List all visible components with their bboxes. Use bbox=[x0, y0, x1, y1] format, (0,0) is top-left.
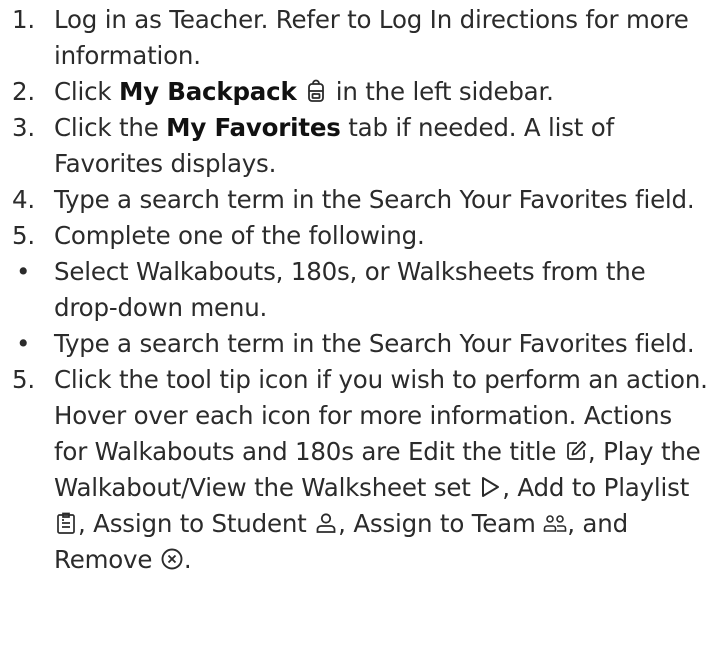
bullet-icon: • bbox=[16, 257, 31, 286]
bullet-item: • Type a search term in the Search Your … bbox=[12, 326, 712, 362]
bullet-item: • Select Walkabouts, 180s, or Walksheets… bbox=[12, 254, 712, 326]
step-number: 3. bbox=[12, 113, 35, 142]
step-text: Click My Backpack in the left sidebar. bbox=[54, 74, 712, 110]
bullet-text: Type a search term in the Search Your Fa… bbox=[54, 329, 695, 358]
step-text: Type a search term in the Search Your Fa… bbox=[54, 185, 695, 214]
step-5: 5. Complete one of the following. bbox=[12, 218, 712, 254]
bullet-icon: • bbox=[16, 329, 31, 358]
step-number: 5. bbox=[12, 365, 35, 394]
edit-icon bbox=[564, 439, 588, 463]
instructions-list: 1. Log in as Teacher. Refer to Log In di… bbox=[0, 0, 712, 578]
step-3: 3. Click the My Favorites tab if needed.… bbox=[12, 110, 712, 182]
step-2: 2. Click My Backpack in the left sidebar… bbox=[12, 74, 712, 110]
bullet-text: Select Walkabouts, 180s, or Walksheets f… bbox=[54, 257, 646, 322]
step-number: 1. bbox=[12, 5, 35, 34]
step-text: Complete one of the following. bbox=[54, 221, 425, 250]
step-number: 5. bbox=[12, 221, 35, 250]
my-backpack-label: My Backpack bbox=[118, 77, 297, 106]
backpack-icon bbox=[304, 79, 328, 103]
step-text-part: , Add to Playlist bbox=[502, 473, 690, 502]
step-text-part: . bbox=[183, 545, 192, 574]
my-favorites-label: My Favorites bbox=[166, 113, 341, 142]
step-final: 5. Click the tool tip icon if you wish t… bbox=[12, 362, 712, 578]
step-text-part: Click the bbox=[54, 113, 167, 142]
step-number: 2. bbox=[12, 77, 35, 106]
team-icon bbox=[543, 511, 567, 535]
remove-icon bbox=[160, 547, 184, 571]
step-text: Click the tool tip icon if you wish to p… bbox=[54, 362, 712, 578]
playlist-icon bbox=[54, 511, 78, 535]
play-icon bbox=[478, 475, 502, 499]
step-text-part: , Assign to Team bbox=[338, 509, 536, 538]
step-text-part: , Assign to Student bbox=[78, 509, 307, 538]
step-4: 4. Type a search term in the Search Your… bbox=[12, 182, 712, 218]
step-text-part: in the left sidebar. bbox=[328, 77, 554, 106]
step-text: Click the My Favorites tab if needed. A … bbox=[54, 110, 712, 182]
step-text-part: Click bbox=[54, 77, 119, 106]
step-1: 1. Log in as Teacher. Refer to Log In di… bbox=[12, 2, 712, 74]
step-number: 4. bbox=[12, 185, 35, 214]
step-text: Log in as Teacher. Refer to Log In direc… bbox=[54, 5, 689, 70]
student-icon bbox=[314, 511, 338, 535]
